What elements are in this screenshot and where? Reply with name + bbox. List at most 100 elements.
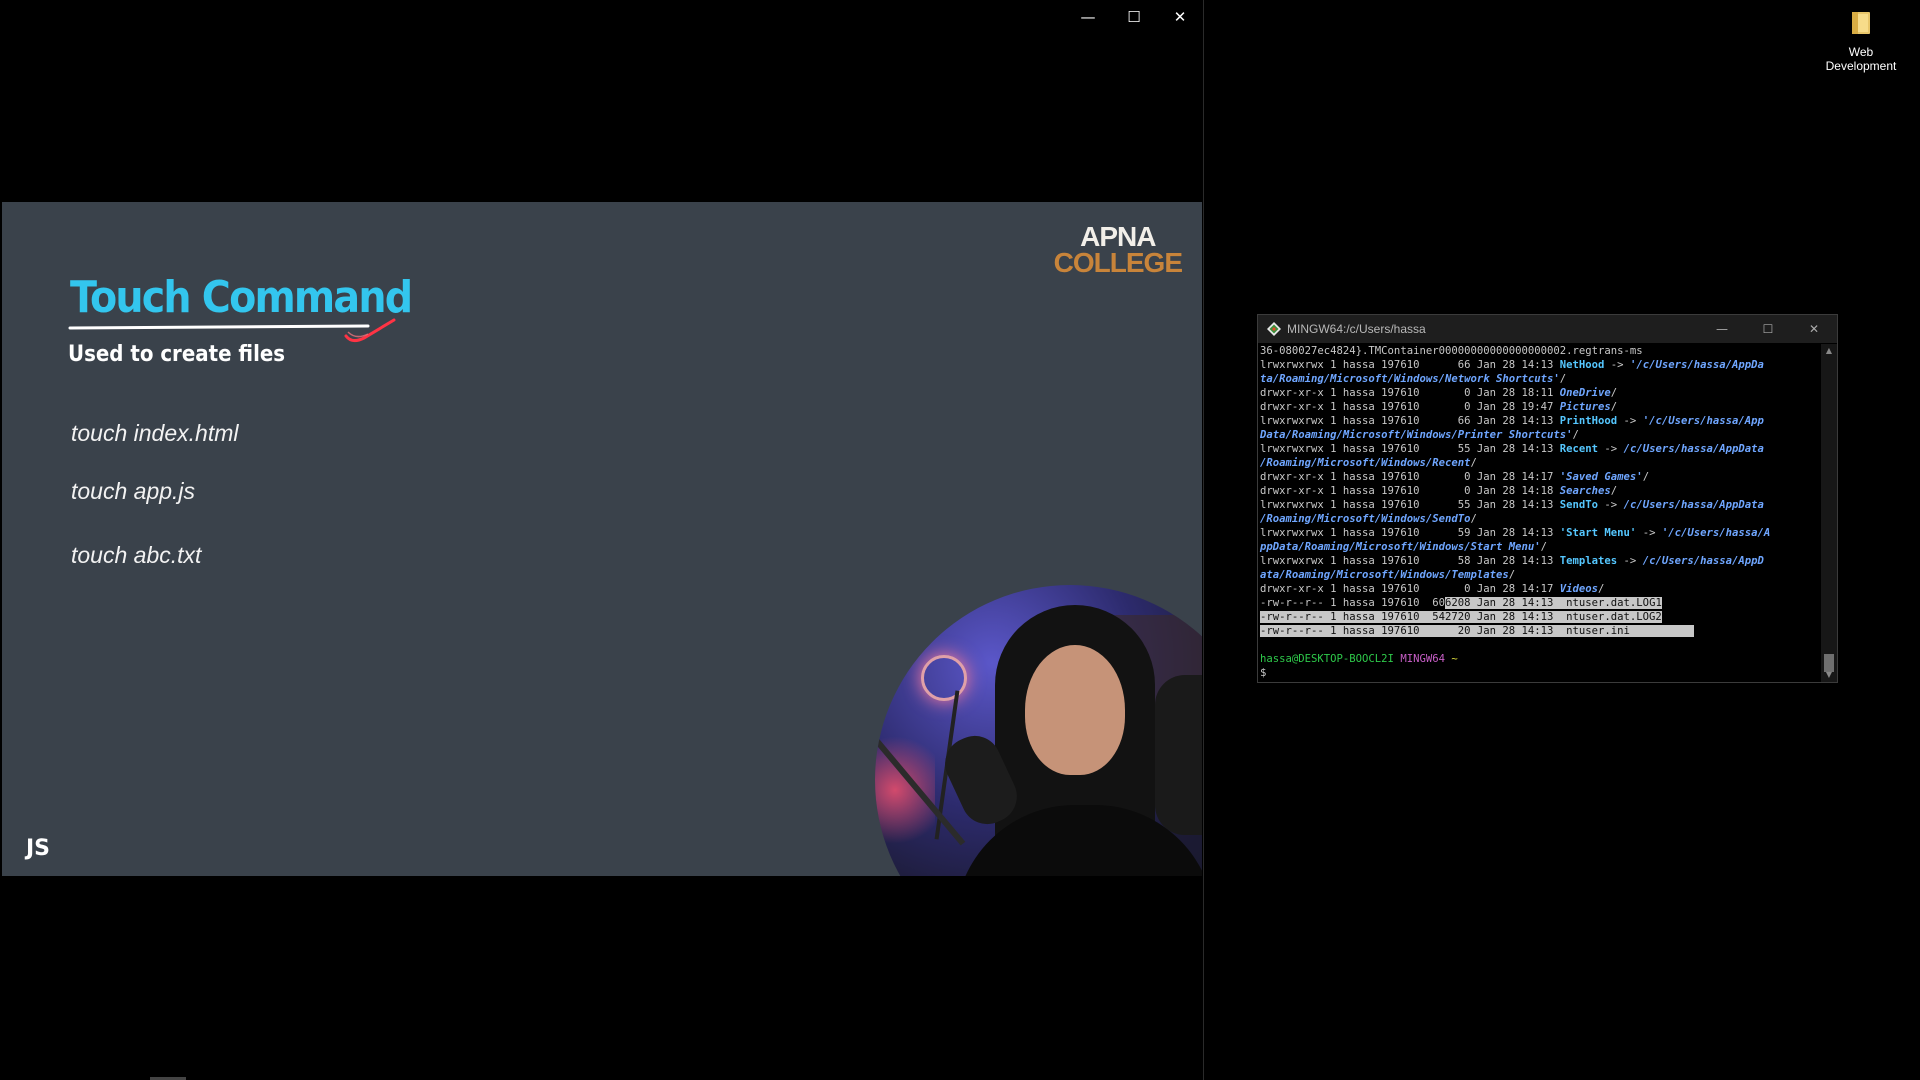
terminal-text: Searches [1559,485,1611,497]
command-item: touch app.js [71,478,196,504]
terminal-text: $ [1260,667,1273,679]
terminal-text: MINGW64 [1400,653,1445,665]
terminal-text: lrwxrwxrwx 1 hassa 197610 58 Jan 28 14:1… [1260,555,1560,567]
terminal-line: lrwxrwxrwx 1 hassa 197610 55 Jan 28 14:1… [1260,498,1821,512]
js-badge: JS [26,836,51,861]
terminal-line: drwxr-xr-x 1 hassa 197610 0 Jan 28 14:17… [1260,470,1821,484]
terminal-line: -rw-r--r-- 1 hassa 197610 606208 Jan 28 … [1260,596,1821,610]
close-button[interactable]: ✕ [1157,0,1203,34]
terminal-line: ta/Roaming/Microsoft/Windows/Network Sho… [1260,372,1821,386]
terminal-line: -rw-r--r-- 1 hassa 197610 20 Jan 28 14:1… [1260,624,1821,638]
terminal-text: lrwxrwxrwx 1 hassa 197610 59 Jan 28 14:1… [1260,527,1560,539]
terminal-text: /c/Users/hassa/AppD [1642,555,1764,567]
terminal-text: 'Start Menu' [1559,527,1637,539]
terminal-line: drwxr-xr-x 1 hassa 197610 0 Jan 28 18:11… [1260,386,1821,400]
terminal-text: lrwxrwxrwx 1 hassa 197610 55 Jan 28 14:1… [1260,443,1560,455]
terminal-text: drwxr-xr-x 1 hassa 197610 0 Jan 28 18:11 [1260,387,1560,399]
terminal-text: ta/Roaming/Microsoft/Windows/Network Sho… [1260,373,1560,385]
brand-logo: APNA COLLEGE [1053,223,1183,278]
terminal-line: drwxr-xr-x 1 hassa 197610 0 Jan 28 19:47… [1260,400,1821,414]
git-bash-icon [1267,322,1281,336]
presentation-slide: APNA COLLEGE Touch Command Used to creat… [2,202,1202,876]
folder-label-line-2: Development [1825,59,1897,73]
folder-label-line-1: Web [1848,45,1874,59]
terminal-text: drwxr-xr-x 1 hassa 197610 0 Jan 28 14:18 [1260,485,1560,497]
terminal-text: 'Saved Games' [1559,471,1643,483]
terminal-text: -> [1604,359,1630,371]
terminal-text: -> [1617,555,1643,567]
terminal-line: lrwxrwxrwx 1 hassa 197610 66 Jan 28 14:1… [1260,358,1821,372]
terminal-text: / [1540,541,1548,553]
desktop-folder-web-development[interactable]: Web Development [1816,6,1906,73]
terminal-title: MINGW64:/c/Users/hassa [1287,322,1426,336]
terminal-text: Data/Roaming/Microsoft/Windows/Printer S… [1260,429,1573,441]
terminal-text: -> [1598,499,1624,511]
scroll-down-icon[interactable]: ▼ [1821,668,1837,682]
terminal-text: hassa@DESKTOP-BOOCL2I [1260,653,1394,665]
terminal-text: /Roaming/Microsoft/Windows/SendTo [1260,513,1471,525]
terminal-text: ppData/Roaming/Microsoft/Windows/Start M… [1260,541,1541,553]
minimize-button[interactable]: — [1065,0,1111,34]
terminal-text: -> [1598,443,1624,455]
terminal-text: OneDrive [1559,387,1611,399]
scroll-up-icon[interactable]: ▲ [1821,344,1837,358]
terminal-text: Templates [1559,555,1618,567]
terminal-text: '/c/Users/hassa/A [1661,527,1771,539]
terminal-text: / [1572,429,1579,441]
terminal-text: PrintHood [1559,415,1618,427]
terminal-text: / [1642,471,1650,483]
terminal-text: -rw-r--r-- 1 hassa 197610 60 [1260,597,1445,609]
terminal-text: drwxr-xr-x 1 hassa 197610 0 Jan 28 19:47 [1260,401,1560,413]
command-item: touch index.html [71,420,239,446]
terminal-scrollbar[interactable]: ▲ ▼ [1821,344,1837,682]
folder-icon [1852,12,1870,34]
terminal-line: lrwxrwxrwx 1 hassa 197610 66 Jan 28 14:1… [1260,414,1821,428]
terminal-text: / [1508,569,1516,581]
brand-line-2: COLLEGE [1053,247,1183,278]
terminal-text: -rw-r--r-- 1 hassa 197610 542720 Jan 28 … [1260,611,1662,623]
terminal-line: lrwxrwxrwx 1 hassa 197610 55 Jan 28 14:1… [1260,442,1821,456]
terminal-line: drwxr-xr-x 1 hassa 197610 0 Jan 28 14:17… [1260,582,1821,596]
terminal-line: lrwxrwxrwx 1 hassa 197610 58 Jan 28 14:1… [1260,554,1821,568]
terminal-text: ~ [1451,653,1458,665]
terminal-window[interactable]: MINGW64:/c/Users/hassa — ☐ ✕ 36-080027ec… [1257,314,1838,683]
terminal-text: -> [1636,527,1662,539]
terminal-text: NetHood [1559,359,1605,371]
terminal-line: ata/Roaming/Microsoft/Windows/Templates/ [1260,568,1821,582]
terminal-line: ppData/Roaming/Microsoft/Windows/Start M… [1260,540,1821,554]
webcam-overlay [875,585,1202,876]
terminal-text: drwxr-xr-x 1 hassa 197610 0 Jan 28 14:17 [1260,583,1560,595]
terminal-text: 6208 Jan 28 14:13 ntuser.dat.LOG1 [1444,597,1662,609]
terminal-text: Videos [1559,583,1599,595]
terminal-text: / [1610,485,1618,497]
terminal-text: ata/Roaming/Microsoft/Windows/Templates [1260,569,1509,581]
terminal-line: Data/Roaming/Microsoft/Windows/Printer S… [1260,428,1821,442]
terminal-text: lrwxrwxrwx 1 hassa 197610 66 Jan 28 14:1… [1260,359,1560,371]
terminal-text: / [1598,583,1605,595]
terminal-titlebar[interactable]: MINGW64:/c/Users/hassa — ☐ ✕ [1258,315,1837,343]
terminal-line: drwxr-xr-x 1 hassa 197610 0 Jan 28 14:18… [1260,484,1821,498]
terminal-maximize-button[interactable]: ☐ [1745,315,1791,343]
terminal-text: / [1610,387,1618,399]
terminal-line: -rw-r--r-- 1 hassa 197610 542720 Jan 28 … [1260,610,1821,624]
terminal-output[interactable]: 36-080027ec4824}.TMContainer000000000000… [1258,344,1821,682]
terminal-text: lrwxrwxrwx 1 hassa 197610 66 Jan 28 14:1… [1260,415,1560,427]
maximize-button[interactable]: ☐ [1111,0,1157,34]
video-player-window: — ☐ ✕ APNA COLLEGE Touch Command Used to… [0,0,1204,1080]
player-window-controls: — ☐ ✕ [1065,0,1203,34]
terminal-close-button[interactable]: ✕ [1791,315,1837,343]
terminal-text: / [1470,457,1477,469]
terminal-text: /Roaming/Microsoft/Windows/Recent [1260,457,1471,469]
terminal-text: Recent [1559,443,1599,455]
terminal-text: -> [1617,415,1643,427]
terminal-minimize-button[interactable]: — [1699,315,1745,343]
slide-subtitle: Used to create files [68,342,286,367]
terminal-text: SendTo [1559,499,1599,511]
terminal-text: -rw-r--r-- 1 hassa 197610 20 Jan 28 14:1… [1260,625,1694,637]
terminal-text: /c/Users/hassa/AppData [1623,499,1764,511]
terminal-text: drwxr-xr-x 1 hassa 197610 0 Jan 28 14:17 [1260,471,1560,483]
terminal-line: $ [1260,666,1821,680]
terminal-text: '/c/Users/hassa/App [1642,415,1764,427]
terminal-text: / [1470,513,1477,525]
